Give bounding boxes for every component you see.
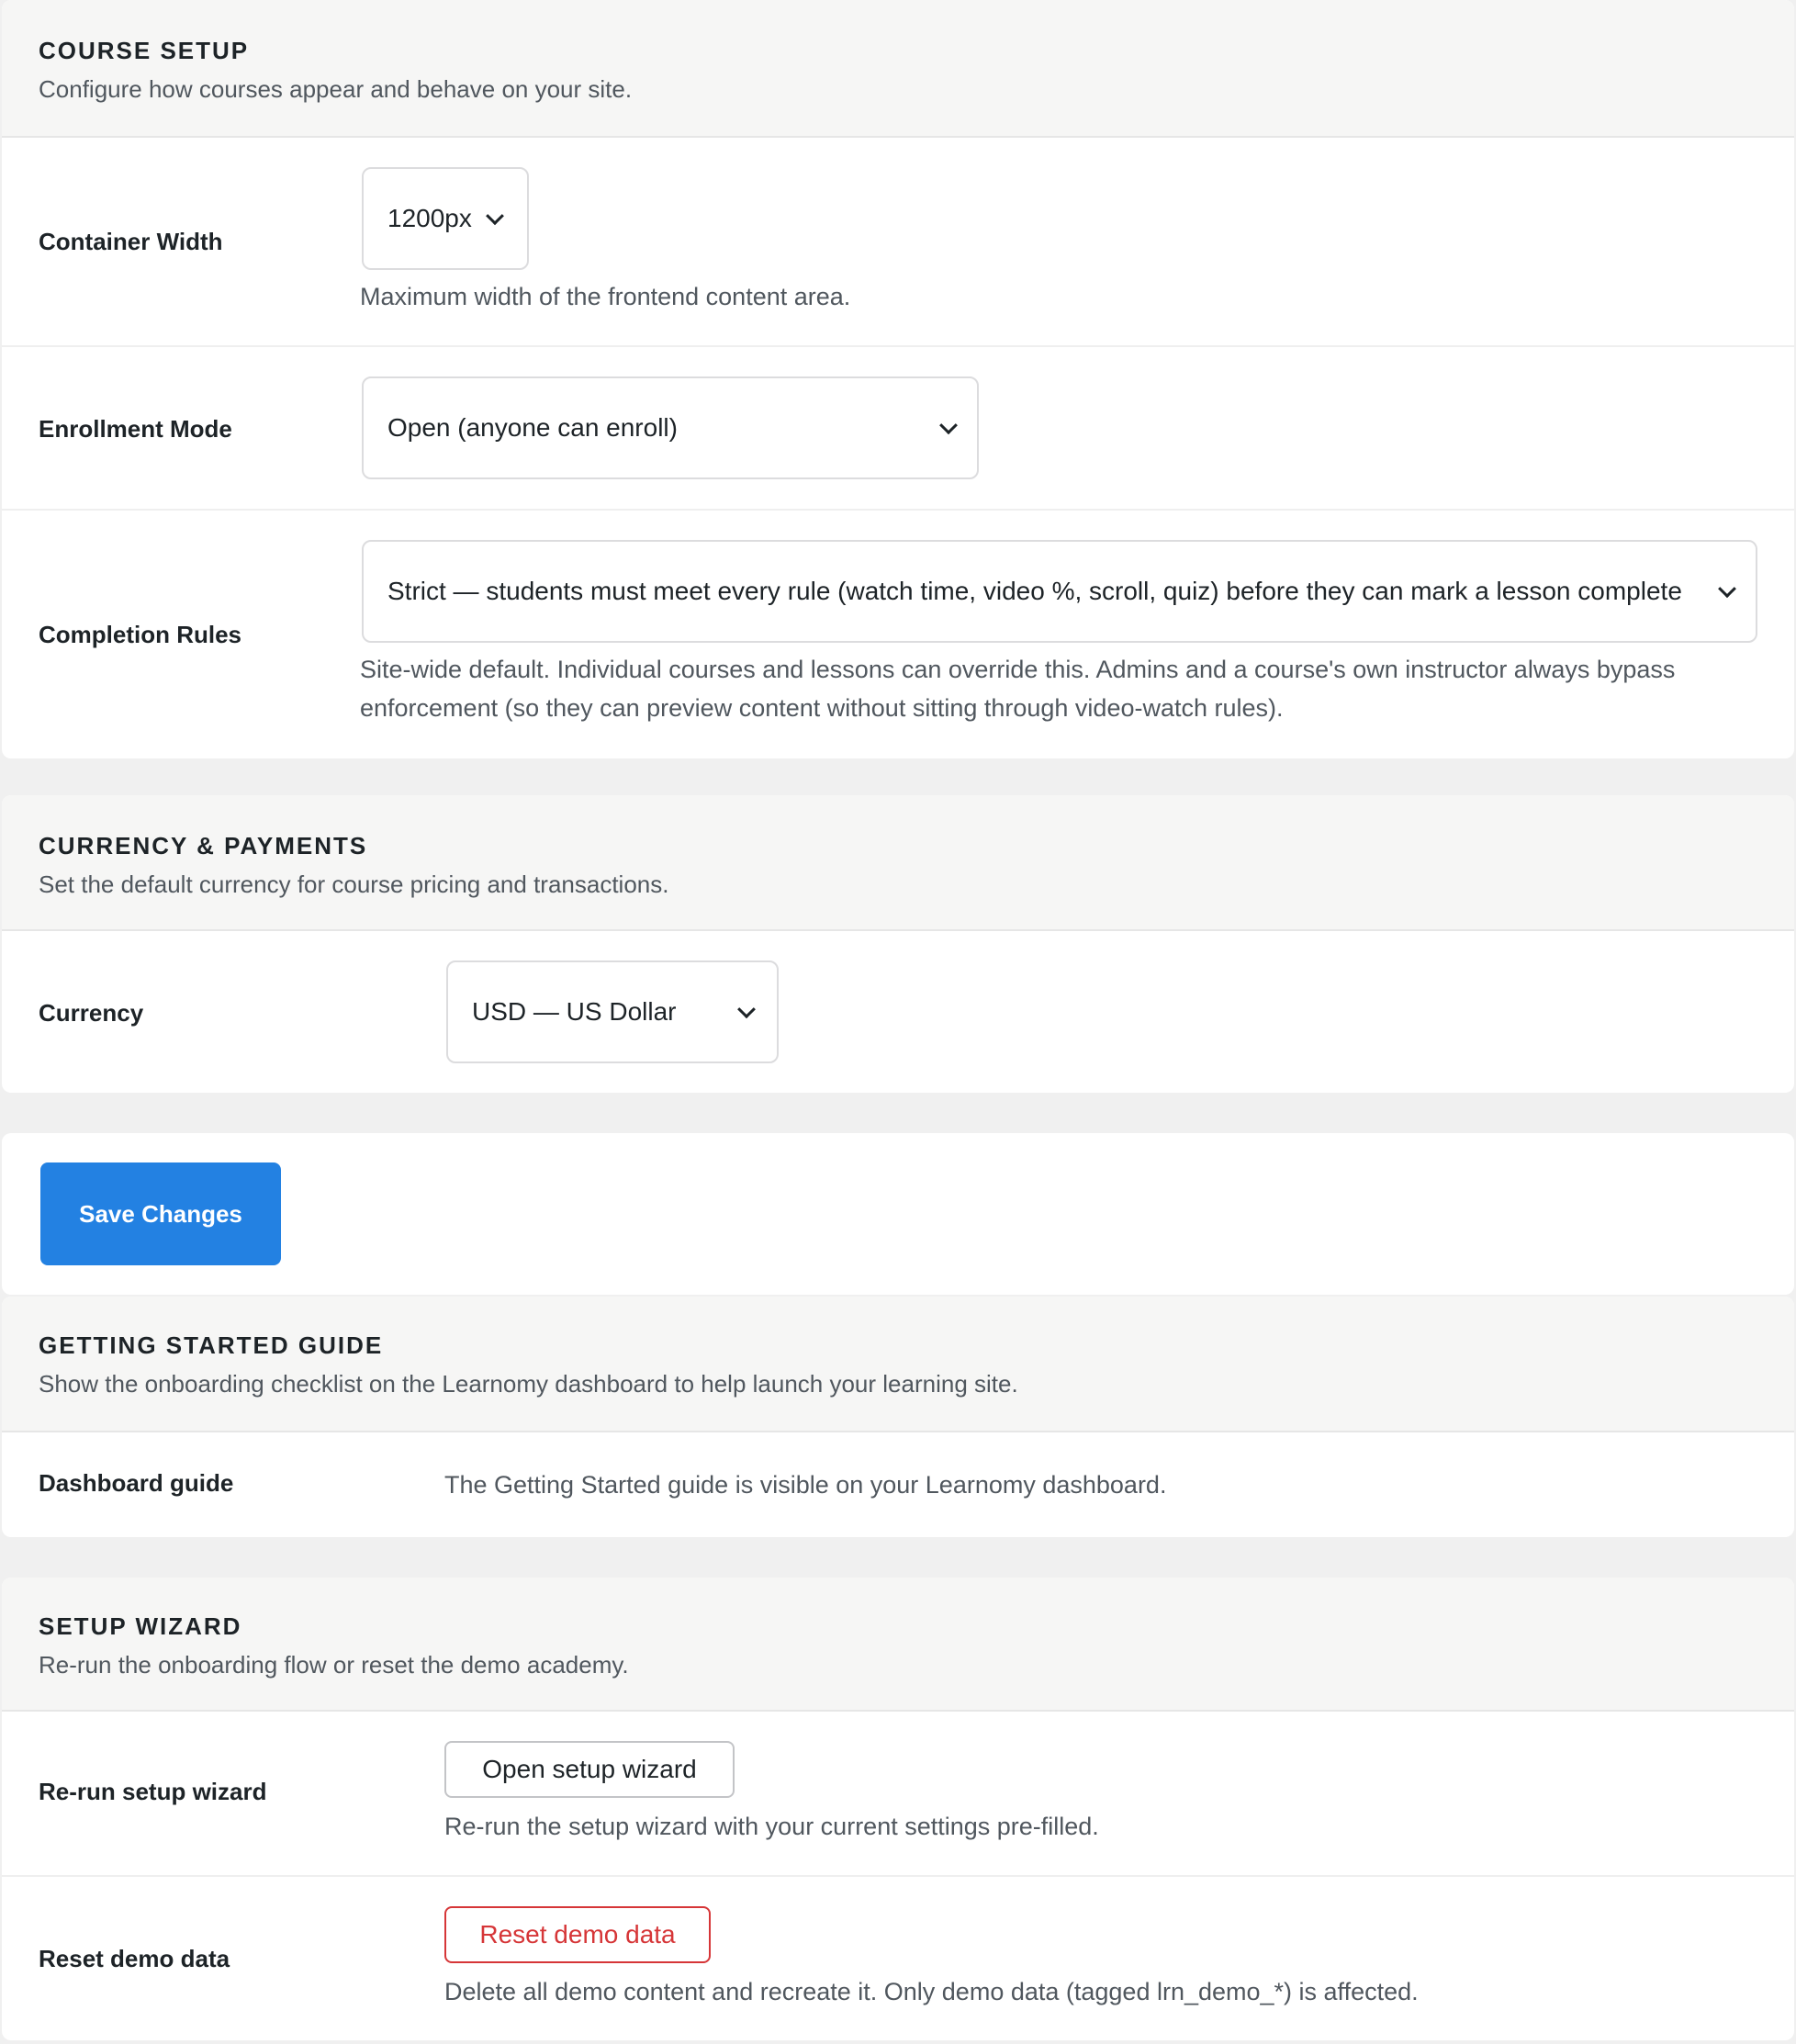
container-width-value: 1200px: [387, 204, 472, 232]
getting-started-card: GETTING STARTED GUIDE Show the onboardin…: [2, 1297, 1794, 1537]
course-setup-card: COURSE SETUP Configure how courses appea…: [2, 0, 1794, 758]
enrollment-mode-value: Open (anyone can enroll): [387, 413, 678, 442]
completion-rules-help: Site-wide default. Individual courses an…: [360, 656, 1676, 722]
container-width-help: Maximum width of the frontend content ar…: [360, 283, 851, 310]
getting-started-header: GETTING STARTED GUIDE Show the onboardin…: [2, 1297, 1794, 1432]
chevron-down-icon: [737, 1000, 756, 1019]
save-card: Save Changes: [2, 1133, 1794, 1295]
section-title: CURRENCY & PAYMENTS: [39, 832, 368, 859]
setup-wizard-card: SETUP WIZARD Re-run the onboarding flow …: [2, 1578, 1794, 2040]
section-description: Re-run the onboarding flow or reset the …: [39, 1651, 629, 1679]
section-title: GETTING STARTED GUIDE: [39, 1331, 384, 1359]
reset-demo-label: Reset demo data: [39, 1945, 230, 1972]
container-width-row: Container Width 1200px Maximum width of …: [2, 138, 1794, 347]
currency-select[interactable]: USD — US Dollar: [446, 960, 779, 1063]
currency-payments-card: CURRENCY & PAYMENTS Set the default curr…: [2, 795, 1794, 1093]
currency-row: Currency USD — US Dollar: [2, 931, 1794, 1093]
section-title: SETUP WIZARD: [39, 1612, 242, 1640]
save-changes-button[interactable]: Save Changes: [40, 1162, 281, 1265]
open-setup-wizard-button[interactable]: Open setup wizard: [444, 1741, 735, 1798]
dashboard-guide-row: Dashboard guide The Getting Started guid…: [2, 1432, 1794, 1537]
container-width-label: Container Width: [39, 228, 223, 255]
currency-value: USD — US Dollar: [472, 997, 677, 1026]
completion-rules-select[interactable]: Strict — students must meet every rule (…: [362, 540, 1757, 643]
dashboard-guide-status: The Getting Started guide is visible on …: [444, 1471, 1167, 1499]
section-description: Set the default currency for course pric…: [39, 870, 669, 898]
completion-rules-value: Strict — students must meet every rule (…: [387, 577, 1682, 605]
section-description: Configure how courses appear and behave …: [39, 75, 633, 103]
rerun-wizard-label: Re-run setup wizard: [39, 1778, 267, 1805]
dashboard-guide-label: Dashboard guide: [39, 1469, 234, 1497]
container-width-select[interactable]: 1200px: [362, 167, 529, 270]
enrollment-mode-row: Enrollment Mode Open (anyone can enroll): [2, 347, 1794, 511]
reset-demo-row: Reset demo data Reset demo data Delete a…: [2, 1877, 1794, 2040]
chevron-down-icon: [939, 416, 958, 435]
chevron-down-icon: [1718, 579, 1736, 599]
currency-label: Currency: [39, 999, 144, 1027]
course-setup-header: COURSE SETUP Configure how courses appea…: [2, 0, 1794, 138]
completion-rules-row: Completion Rules Strict — students must …: [2, 511, 1794, 758]
section-title: COURSE SETUP: [39, 37, 250, 64]
currency-payments-header: CURRENCY & PAYMENTS Set the default curr…: [2, 795, 1794, 931]
reset-demo-data-button[interactable]: Reset demo data: [444, 1906, 711, 1963]
chevron-down-icon: [486, 207, 504, 226]
enrollment-mode-select[interactable]: Open (anyone can enroll): [362, 376, 979, 479]
rerun-wizard-row: Re-run setup wizard Open setup wizard Re…: [2, 1712, 1794, 1877]
rerun-wizard-help: Re-run the setup wizard with your curren…: [444, 1813, 1099, 1840]
enrollment-mode-label: Enrollment Mode: [39, 415, 232, 443]
reset-demo-help: Delete all demo content and recreate it.…: [444, 1978, 1419, 2005]
completion-rules-label: Completion Rules: [39, 621, 242, 648]
section-description: Show the onboarding checklist on the Lea…: [39, 1370, 1018, 1398]
setup-wizard-header: SETUP WIZARD Re-run the onboarding flow …: [2, 1578, 1794, 1712]
